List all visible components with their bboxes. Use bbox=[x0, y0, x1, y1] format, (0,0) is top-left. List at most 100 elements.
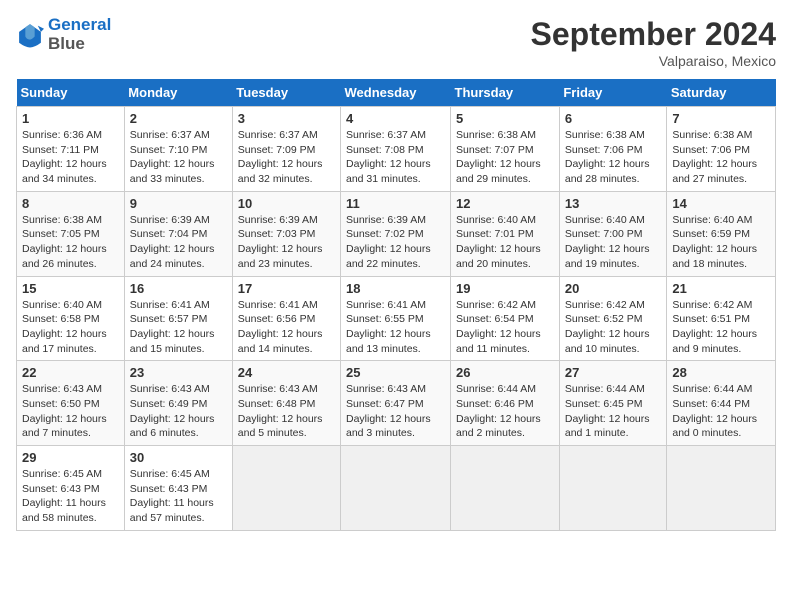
cell-info: Sunrise: 6:38 AMSunset: 7:06 PMDaylight:… bbox=[672, 128, 770, 187]
day-number: 11 bbox=[346, 196, 445, 211]
day-number: 28 bbox=[672, 365, 770, 380]
day-of-week-header: Tuesday bbox=[232, 79, 340, 107]
cell-info: Sunrise: 6:44 AMSunset: 6:46 PMDaylight:… bbox=[456, 382, 554, 441]
calendar-cell bbox=[559, 446, 667, 531]
cell-info: Sunrise: 6:45 AMSunset: 6:43 PMDaylight:… bbox=[130, 467, 227, 526]
cell-info: Sunrise: 6:37 AMSunset: 7:10 PMDaylight:… bbox=[130, 128, 227, 187]
cell-info: Sunrise: 6:43 AMSunset: 6:50 PMDaylight:… bbox=[22, 382, 119, 441]
cell-info: Sunrise: 6:40 AMSunset: 7:00 PMDaylight:… bbox=[565, 213, 662, 272]
day-number: 14 bbox=[672, 196, 770, 211]
day-of-week-header: Friday bbox=[559, 79, 667, 107]
calendar-cell bbox=[667, 446, 776, 531]
cell-info: Sunrise: 6:38 AMSunset: 7:06 PMDaylight:… bbox=[565, 128, 662, 187]
calendar-cell: 8 Sunrise: 6:38 AMSunset: 7:05 PMDaylight… bbox=[17, 191, 125, 276]
day-of-week-header: Monday bbox=[124, 79, 232, 107]
calendar-cell: 30 Sunrise: 6:45 AMSunset: 6:43 PMDayligh… bbox=[124, 446, 232, 531]
calendar-week-row: 15 Sunrise: 6:40 AMSunset: 6:58 PMDayligh… bbox=[17, 276, 776, 361]
calendar-cell: 18 Sunrise: 6:41 AMSunset: 6:55 PMDayligh… bbox=[341, 276, 451, 361]
day-number: 26 bbox=[456, 365, 554, 380]
cell-info: Sunrise: 6:43 AMSunset: 6:47 PMDaylight:… bbox=[346, 382, 445, 441]
day-number: 27 bbox=[565, 365, 662, 380]
calendar-cell: 19 Sunrise: 6:42 AMSunset: 6:54 PMDayligh… bbox=[451, 276, 560, 361]
calendar-cell: 21 Sunrise: 6:42 AMSunset: 6:51 PMDayligh… bbox=[667, 276, 776, 361]
day-of-week-header: Sunday bbox=[17, 79, 125, 107]
cell-info: Sunrise: 6:40 AMSunset: 6:58 PMDaylight:… bbox=[22, 298, 119, 357]
calendar-cell: 27Sunrise: 6:44 AMSunset: 6:45 PMDayligh… bbox=[559, 361, 667, 446]
day-number: 20 bbox=[565, 281, 662, 296]
calendar-cell bbox=[232, 446, 340, 531]
calendar-cell: 16 Sunrise: 6:41 AMSunset: 6:57 PMDayligh… bbox=[124, 276, 232, 361]
cell-info: Sunrise: 6:36 AMSunset: 7:11 PMDaylight:… bbox=[22, 128, 119, 187]
day-number: 19 bbox=[456, 281, 554, 296]
day-of-week-header: Saturday bbox=[667, 79, 776, 107]
cell-info: Sunrise: 6:43 AMSunset: 6:48 PMDaylight:… bbox=[238, 382, 335, 441]
day-number: 4 bbox=[346, 111, 445, 126]
calendar-table: SundayMondayTuesdayWednesdayThursdayFrid… bbox=[16, 79, 776, 531]
calendar-header-row: SundayMondayTuesdayWednesdayThursdayFrid… bbox=[17, 79, 776, 107]
calendar-cell: 4Sunrise: 6:37 AMSunset: 7:08 PMDaylight… bbox=[341, 107, 451, 192]
calendar-cell: 3Sunrise: 6:37 AMSunset: 7:09 PMDaylight… bbox=[232, 107, 340, 192]
calendar-cell: 28 Sunrise: 6:44 AMSunset: 6:44 PMDayligh… bbox=[667, 361, 776, 446]
calendar-cell: 12 Sunrise: 6:40 AMSunset: 7:01 PMDayligh… bbox=[451, 191, 560, 276]
calendar-week-row: 1 Sunrise: 6:36 AMSunset: 7:11 PMDaylight… bbox=[17, 107, 776, 192]
day-number: 22 bbox=[22, 365, 119, 380]
day-of-week-header: Thursday bbox=[451, 79, 560, 107]
calendar-cell: 17Sunrise: 6:41 AMSunset: 6:56 PMDayligh… bbox=[232, 276, 340, 361]
day-number: 12 bbox=[456, 196, 554, 211]
calendar-cell: 10 Sunrise: 6:39 AMSunset: 7:03 PMDayligh… bbox=[232, 191, 340, 276]
cell-info: Sunrise: 6:42 AMSunset: 6:51 PMDaylight:… bbox=[672, 298, 770, 357]
cell-info: Sunrise: 6:44 AMSunset: 6:44 PMDaylight:… bbox=[672, 382, 770, 441]
calendar-cell: 26 Sunrise: 6:44 AMSunset: 6:46 PMDayligh… bbox=[451, 361, 560, 446]
calendar-week-row: 8 Sunrise: 6:38 AMSunset: 7:05 PMDaylight… bbox=[17, 191, 776, 276]
logo-text: General Blue bbox=[48, 16, 111, 53]
cell-info: Sunrise: 6:39 AMSunset: 7:04 PMDaylight:… bbox=[130, 213, 227, 272]
day-number: 7 bbox=[672, 111, 770, 126]
calendar-cell: 11 Sunrise: 6:39 AMSunset: 7:02 PMDayligh… bbox=[341, 191, 451, 276]
calendar-cell bbox=[341, 446, 451, 531]
day-number: 18 bbox=[346, 281, 445, 296]
logo-icon bbox=[16, 21, 44, 49]
day-number: 15 bbox=[22, 281, 119, 296]
calendar-cell: 14 Sunrise: 6:40 AMSunset: 6:59 PMDayligh… bbox=[667, 191, 776, 276]
day-number: 9 bbox=[130, 196, 227, 211]
day-number: 17 bbox=[238, 281, 335, 296]
calendar-cell: 5 Sunrise: 6:38 AMSunset: 7:07 PMDaylight… bbox=[451, 107, 560, 192]
day-number: 23 bbox=[130, 365, 227, 380]
cell-info: Sunrise: 6:38 AMSunset: 7:07 PMDaylight:… bbox=[456, 128, 554, 187]
calendar-body: 1 Sunrise: 6:36 AMSunset: 7:11 PMDaylight… bbox=[17, 107, 776, 531]
cell-info: Sunrise: 6:37 AMSunset: 7:09 PMDaylight:… bbox=[238, 128, 335, 187]
cell-info: Sunrise: 6:41 AMSunset: 6:57 PMDaylight:… bbox=[130, 298, 227, 357]
day-number: 8 bbox=[22, 196, 119, 211]
day-number: 30 bbox=[130, 450, 227, 465]
calendar-cell: 23Sunrise: 6:43 AMSunset: 6:49 PMDayligh… bbox=[124, 361, 232, 446]
calendar-week-row: 29Sunrise: 6:45 AMSunset: 6:43 PMDayligh… bbox=[17, 446, 776, 531]
day-number: 13 bbox=[565, 196, 662, 211]
cell-info: Sunrise: 6:40 AMSunset: 7:01 PMDaylight:… bbox=[456, 213, 554, 272]
calendar-cell: 7 Sunrise: 6:38 AMSunset: 7:06 PMDaylight… bbox=[667, 107, 776, 192]
day-number: 1 bbox=[22, 111, 119, 126]
day-number: 16 bbox=[130, 281, 227, 296]
calendar-cell: 29Sunrise: 6:45 AMSunset: 6:43 PMDayligh… bbox=[17, 446, 125, 531]
calendar-cell: 20 Sunrise: 6:42 AMSunset: 6:52 PMDayligh… bbox=[559, 276, 667, 361]
day-number: 5 bbox=[456, 111, 554, 126]
cell-info: Sunrise: 6:39 AMSunset: 7:02 PMDaylight:… bbox=[346, 213, 445, 272]
location: Valparaiso, Mexico bbox=[531, 53, 776, 69]
calendar-cell: 22 Sunrise: 6:43 AMSunset: 6:50 PMDayligh… bbox=[17, 361, 125, 446]
day-number: 21 bbox=[672, 281, 770, 296]
cell-info: Sunrise: 6:42 AMSunset: 6:54 PMDaylight:… bbox=[456, 298, 554, 357]
day-number: 10 bbox=[238, 196, 335, 211]
calendar-cell: 1 Sunrise: 6:36 AMSunset: 7:11 PMDaylight… bbox=[17, 107, 125, 192]
cell-info: Sunrise: 6:42 AMSunset: 6:52 PMDaylight:… bbox=[565, 298, 662, 357]
cell-info: Sunrise: 6:41 AMSunset: 6:55 PMDaylight:… bbox=[346, 298, 445, 357]
day-number: 2 bbox=[130, 111, 227, 126]
cell-info: Sunrise: 6:39 AMSunset: 7:03 PMDaylight:… bbox=[238, 213, 335, 272]
calendar-cell: 2 Sunrise: 6:37 AMSunset: 7:10 PMDaylight… bbox=[124, 107, 232, 192]
title-block: September 2024 Valparaiso, Mexico bbox=[531, 16, 776, 69]
calendar-cell bbox=[451, 446, 560, 531]
calendar-cell: 13 Sunrise: 6:40 AMSunset: 7:00 PMDayligh… bbox=[559, 191, 667, 276]
calendar-cell: 6Sunrise: 6:38 AMSunset: 7:06 PMDaylight… bbox=[559, 107, 667, 192]
cell-info: Sunrise: 6:40 AMSunset: 6:59 PMDaylight:… bbox=[672, 213, 770, 272]
page-header: General Blue September 2024 Valparaiso, … bbox=[16, 16, 776, 69]
cell-info: Sunrise: 6:45 AMSunset: 6:43 PMDaylight:… bbox=[22, 467, 119, 526]
cell-info: Sunrise: 6:38 AMSunset: 7:05 PMDaylight:… bbox=[22, 213, 119, 272]
